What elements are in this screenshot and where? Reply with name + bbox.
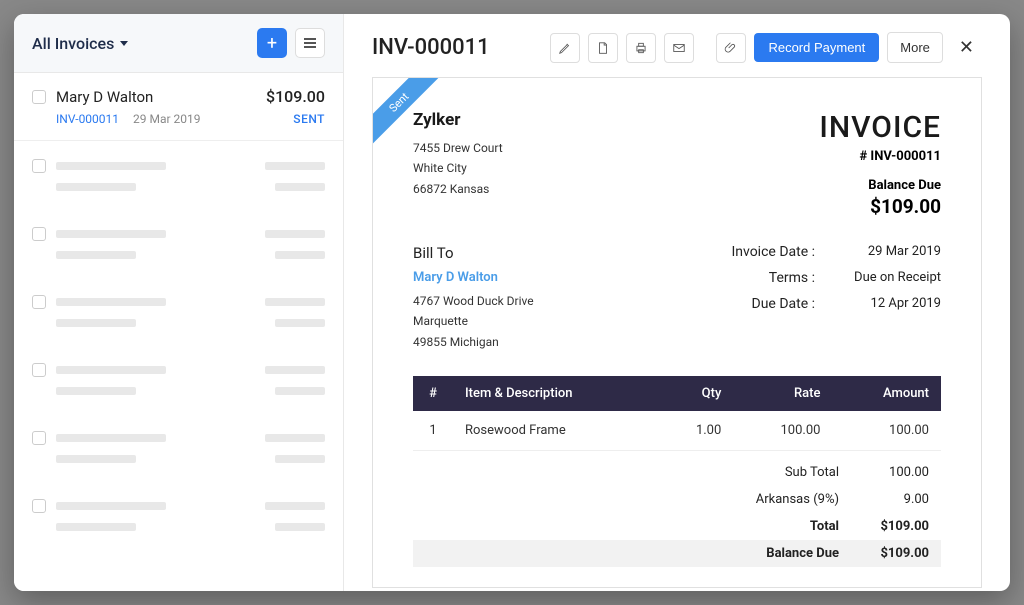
balance-amount: $109.00	[819, 195, 941, 218]
total-label: Total	[709, 519, 839, 534]
col-item: Item & Description	[453, 376, 657, 411]
meta-key: Invoice Date :	[695, 244, 815, 260]
print-button[interactable]	[626, 33, 656, 63]
meta-value: Due on Receipt	[831, 270, 941, 286]
invoice-sidebar: All Invoices + Mary D Walton $109.00 INV…	[14, 14, 344, 591]
invoice-list-item[interactable]: Mary D Walton $109.00 INV-000011 29 Mar …	[14, 73, 343, 141]
list-item	[14, 481, 343, 549]
balance-label: Balance Due	[819, 178, 941, 193]
col-rate: Rate	[733, 376, 832, 411]
billto-address: 4767 Wood Duck Drive	[413, 291, 534, 311]
list-options-button[interactable]	[295, 28, 325, 58]
tax-label: Arkansas (9%)	[709, 492, 839, 507]
select-checkbox[interactable]	[32, 90, 46, 104]
email-button[interactable]	[664, 33, 694, 63]
pdf-button[interactable]	[588, 33, 618, 63]
subtotal-label: Sub Total	[709, 465, 839, 480]
table-row: 1 Rosewood Frame 1.00 100.00 100.00	[413, 411, 941, 451]
filter-label: All Invoices	[32, 34, 114, 53]
list-item	[14, 209, 343, 277]
customer-name: Mary D Walton	[56, 88, 256, 106]
meta-value: 29 Mar 2019	[831, 244, 941, 260]
attach-button[interactable]	[716, 33, 746, 63]
invoice-status: SENT	[293, 112, 325, 126]
page-title: INV-000011	[372, 35, 542, 60]
company-address: White City	[413, 158, 503, 178]
billto-address: Marquette	[413, 311, 534, 331]
pencil-icon	[558, 41, 572, 55]
meta-key: Due Date :	[695, 296, 815, 312]
edit-button[interactable]	[550, 33, 580, 63]
meta-value: 12 Apr 2019	[831, 296, 941, 312]
add-invoice-button[interactable]: +	[257, 28, 287, 58]
invoice-document: Sent Zylker 7455 Drew Court White City 6…	[372, 77, 982, 588]
invoice-date: 29 Mar 2019	[133, 112, 201, 126]
total-value: $109.00	[839, 519, 929, 534]
company-address: 66872 Kansas	[413, 179, 503, 199]
col-qty: Qty	[657, 376, 734, 411]
billto-name: Mary D Walton	[413, 270, 534, 285]
list-item	[14, 345, 343, 413]
record-payment-button[interactable]: Record Payment	[754, 33, 879, 62]
filter-dropdown[interactable]: All Invoices	[32, 34, 128, 53]
list-item	[14, 277, 343, 345]
billto-address: 49855 Michigan	[413, 332, 534, 352]
document-icon	[596, 41, 610, 55]
tax-value: 9.00	[839, 492, 929, 507]
chevron-down-icon	[120, 41, 128, 46]
close-button[interactable]: ✕	[951, 33, 982, 62]
balance-due-label: Balance Due	[709, 546, 839, 561]
status-ribbon: Sent	[373, 78, 442, 145]
col-amt: Amount	[832, 376, 941, 411]
balance-due-value: $109.00	[839, 546, 929, 561]
list-item	[14, 413, 343, 481]
col-num: #	[413, 376, 453, 411]
printer-icon	[634, 41, 648, 55]
document-number: # INV-000011	[819, 149, 941, 164]
mail-icon	[672, 41, 686, 55]
meta-key: Terms :	[695, 270, 815, 286]
hamburger-icon	[304, 38, 316, 48]
document-type: INVOICE	[819, 110, 941, 145]
billto-label: Bill To	[413, 244, 534, 262]
paperclip-icon	[724, 41, 738, 55]
invoice-number: INV-000011	[56, 112, 119, 126]
subtotal-value: 100.00	[839, 465, 929, 480]
more-button[interactable]: More	[887, 32, 943, 63]
list-item	[14, 141, 343, 209]
line-items-table: # Item & Description Qty Rate Amount 1 R…	[413, 376, 941, 451]
invoice-amount: $109.00	[266, 87, 325, 106]
